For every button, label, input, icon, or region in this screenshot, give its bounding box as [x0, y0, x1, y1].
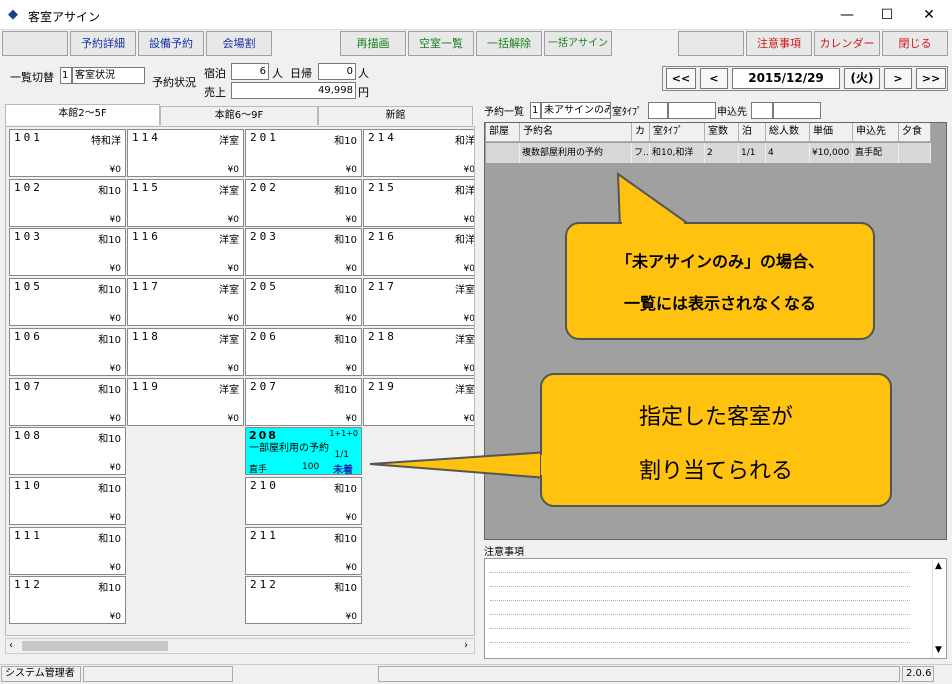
top-callout-pointer	[616, 172, 693, 230]
bottom-callout: 指定した客室が 割り当てられる	[540, 373, 892, 507]
bottom-callout-line1: 指定した客室が	[638, 405, 793, 430]
top-callout: 「未アサインのみ」の場合、 一覧には表示されなくなる	[565, 222, 875, 340]
top-callout-line2: 一覧には表示されなくなる	[623, 294, 816, 313]
pointer-seam	[541, 455, 549, 475]
bottom-callout-pointer	[369, 450, 549, 480]
bottom-callout-line2: 割り当てられる	[638, 459, 793, 484]
pointer-seam	[622, 222, 684, 228]
callout-pointers	[369, 172, 693, 480]
top-callout-line1: 「未アサインのみ」の場合、	[615, 252, 824, 271]
